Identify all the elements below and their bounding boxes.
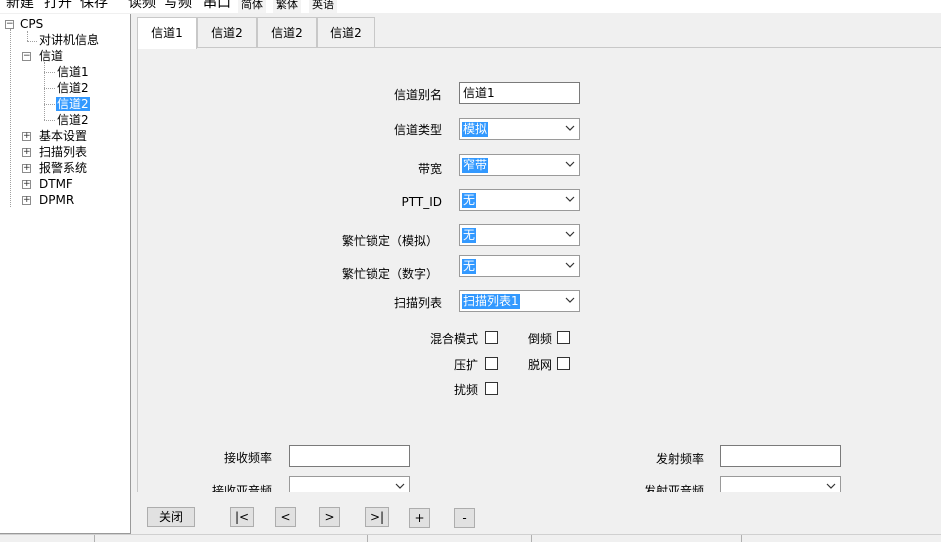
status-divider <box>367 535 368 542</box>
first-record-button[interactable]: |< <box>230 507 254 527</box>
tree-item-channel-4[interactable]: 信道2 <box>56 113 90 128</box>
tree-item-scan-list[interactable]: 扫描列表 <box>38 145 88 160</box>
type-select[interactable]: 模拟 <box>459 118 580 140</box>
compand-checkbox[interactable] <box>485 357 498 370</box>
bandwidth-select[interactable]: 窄带 <box>459 154 580 176</box>
new-menu[interactable]: 新建 <box>6 0 34 12</box>
ptt-id-label: PTT_ID <box>401 195 442 209</box>
busy-lock-analog-label: 繁忙锁定（模拟） <box>341 234 438 248</box>
alias-label: 信道别名 <box>393 88 442 102</box>
tab-channel-2[interactable]: 信道2 <box>197 17 257 48</box>
type-select-value: 模拟 <box>462 122 489 137</box>
tree-item-alarm-system[interactable]: 报警系统 <box>38 161 88 176</box>
chevron-down-icon <box>395 483 405 489</box>
tx-frequency-input[interactable] <box>720 445 841 467</box>
type-label: 信道类型 <box>393 123 442 137</box>
status-divider <box>741 535 742 542</box>
tab-channel-1[interactable]: 信道1 <box>137 17 197 49</box>
scramble-label: 扰频 <box>453 383 478 397</box>
tree-item-dpmr[interactable]: DPMR <box>38 193 75 208</box>
alias-input[interactable]: 信道1 <box>459 82 580 104</box>
chevron-down-icon <box>565 231 575 237</box>
tx-tone-select[interactable] <box>720 476 841 492</box>
chevron-down-icon <box>565 297 575 303</box>
scan-list-select[interactable]: 扫描列表1 <box>459 290 580 312</box>
reverse-label: 倒频 <box>527 332 552 346</box>
scan-list-select-value: 扫描列表1 <box>462 294 520 309</box>
bandwidth-label: 带宽 <box>417 162 442 176</box>
rx-frequency-label: 接收频率 <box>223 451 272 465</box>
expand-icon[interactable]: + <box>22 196 31 205</box>
tree-item-channel-1[interactable]: 信道1 <box>56 65 90 80</box>
toolbar: 新建 打开 保存 读频 写频 串口 简体 繁体 英语 <box>0 0 941 13</box>
busy-lock-analog-value: 无 <box>462 228 477 243</box>
ptt-id-select[interactable]: 无 <box>459 189 580 211</box>
expand-icon[interactable]: + <box>22 180 31 189</box>
write-menu[interactable]: 写频 <box>164 0 192 12</box>
bandwidth-select-value: 窄带 <box>462 158 489 173</box>
tx-tone-label: 发射亚音频 <box>643 484 704 492</box>
tab-channel-4[interactable]: 信道2 <box>317 17 375 48</box>
traditional-button[interactable]: 繁体 <box>273 0 301 13</box>
tree-item-basic-settings[interactable]: 基本设置 <box>38 129 88 144</box>
scramble-checkbox[interactable] <box>485 382 498 395</box>
collapse-icon[interactable]: − <box>22 52 31 61</box>
tree-line <box>10 29 11 207</box>
next-record-button[interactable]: > <box>319 507 340 527</box>
close-button[interactable]: 关闭 <box>147 507 195 527</box>
tree-item-channel[interactable]: 信道 <box>38 49 64 64</box>
expand-icon[interactable]: + <box>22 164 31 173</box>
chevron-down-icon <box>565 161 575 167</box>
chevron-down-icon <box>565 125 575 131</box>
rx-tone-select[interactable] <box>289 476 410 492</box>
reverse-checkbox[interactable] <box>557 331 570 344</box>
save-menu[interactable]: 保存 <box>80 0 108 12</box>
english-button[interactable]: 英语 <box>309 0 337 13</box>
chevron-down-icon <box>826 483 836 489</box>
add-record-button[interactable]: + <box>409 508 430 528</box>
scan-list-label: 扫描列表 <box>393 296 442 310</box>
remove-record-button[interactable]: - <box>454 508 475 528</box>
navigation-tree: − CPS 对讲机信息 − 信道 信道1 信道2 信道2 信道2 + 基本设置 … <box>0 14 131 534</box>
collapse-icon[interactable]: − <box>5 20 14 29</box>
tree-item-intercom-info[interactable]: 对讲机信息 <box>38 33 100 48</box>
tx-frequency-label: 发射频率 <box>655 452 704 466</box>
port-menu[interactable]: 串口 <box>203 0 231 12</box>
tree-root[interactable]: CPS <box>19 17 44 32</box>
busy-lock-digital-label: 繁忙锁定（数字） <box>341 267 438 281</box>
tree-item-channel-2[interactable]: 信道2 <box>56 81 90 96</box>
expand-icon[interactable]: + <box>22 132 31 141</box>
busy-lock-digital-select[interactable]: 无 <box>459 255 580 277</box>
last-record-button[interactable]: >| <box>365 507 389 527</box>
read-menu[interactable]: 读频 <box>128 0 156 12</box>
expand-icon[interactable]: + <box>22 148 31 157</box>
tree-item-dtmf[interactable]: DTMF <box>38 177 74 192</box>
rx-tone-label: 接收亚音频 <box>211 484 272 492</box>
chevron-down-icon <box>565 196 575 202</box>
channel-settings-panel: 信道别名 信道1 信道类型 模拟 带宽 窄带 PTT_ID 无 繁忙锁定（模拟）… <box>137 47 941 492</box>
status-bar <box>0 534 941 542</box>
compand-label: 压扩 <box>453 358 478 372</box>
mixed-mode-label: 混合模式 <box>429 332 478 346</box>
busy-lock-digital-value: 无 <box>462 259 477 274</box>
tab-channel-3[interactable]: 信道2 <box>257 17 317 48</box>
rx-frequency-input[interactable] <box>289 445 410 467</box>
chevron-down-icon <box>565 262 575 268</box>
simplified-button[interactable]: 简体 <box>238 0 266 13</box>
status-divider <box>94 535 95 542</box>
tab-strip: 信道1 信道2 信道2 信道2 <box>137 17 941 49</box>
tree-item-channel-3-selected[interactable]: 信道2 <box>56 97 90 112</box>
open-menu[interactable]: 打开 <box>44 0 72 12</box>
busy-lock-analog-select[interactable]: 无 <box>459 224 580 246</box>
status-divider <box>531 535 532 542</box>
offnet-label: 脱网 <box>527 358 552 372</box>
offnet-checkbox[interactable] <box>557 357 570 370</box>
previous-record-button[interactable]: < <box>275 507 296 527</box>
mixed-mode-checkbox[interactable] <box>485 331 498 344</box>
ptt-id-select-value: 无 <box>462 193 477 208</box>
